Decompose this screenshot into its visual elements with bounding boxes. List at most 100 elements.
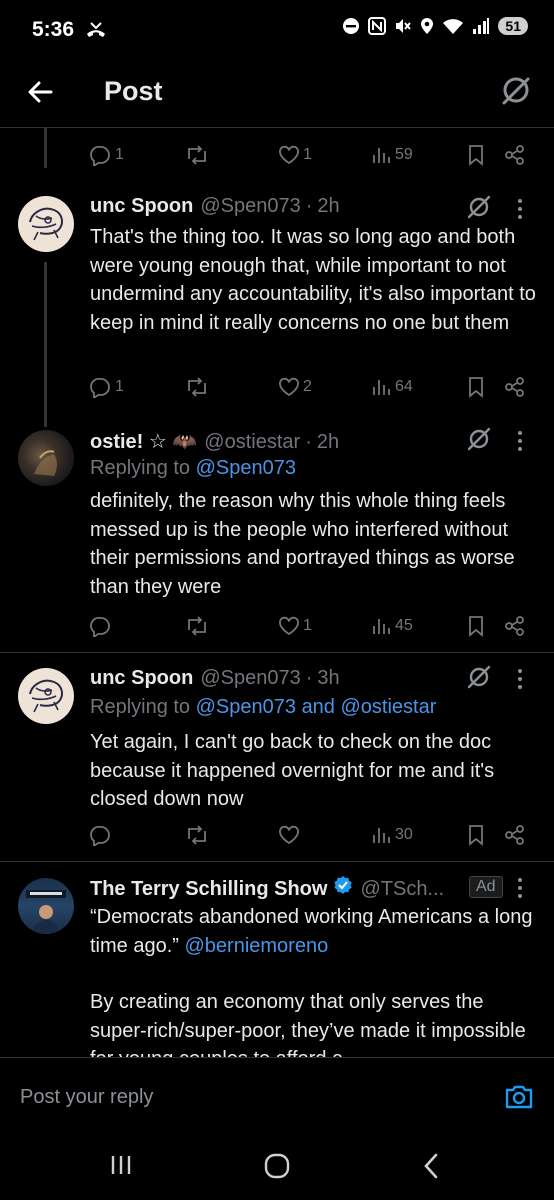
home-icon[interactable] <box>263 1152 291 1180</box>
share-icon[interactable] <box>504 615 526 637</box>
tweet-text: definitely, the reason why this whole th… <box>90 490 515 598</box>
views-button[interactable]: 59 <box>370 144 413 166</box>
share-icon[interactable] <box>504 824 526 846</box>
do-not-disturb-icon <box>343 18 360 34</box>
display-name[interactable]: ostie! ☆ 🦇 <box>90 429 197 454</box>
nfc-icon <box>368 17 387 35</box>
tweet-actions: 30 <box>90 824 530 850</box>
tweet[interactable]: unc Spoon @Spen073 · 3h Replying to @Spe… <box>0 658 554 858</box>
missed-call-icon <box>87 22 105 37</box>
tweet-text: That's the thing too. It was so long ago… <box>90 226 536 334</box>
tweet-actions: 1 45 <box>90 615 530 641</box>
recent-apps-icon[interactable] <box>108 1152 134 1178</box>
avatar-drawing <box>29 207 63 241</box>
location-icon <box>421 18 434 34</box>
tweet-header: The Terry Schilling Show @TSch... <box>90 875 444 901</box>
bookmark-icon[interactable] <box>466 615 486 637</box>
tweet-header: unc Spoon @Spen073 · 3h <box>90 667 340 690</box>
signal-icon <box>473 18 490 34</box>
handle[interactable]: @Spen073 <box>200 667 300 690</box>
retweet-icon <box>188 825 206 845</box>
share-icon[interactable] <box>504 144 526 166</box>
reply-icon <box>90 616 110 637</box>
views-count: 64 <box>395 378 413 395</box>
reply-composer <box>0 1057 554 1137</box>
like-button[interactable]: 2 <box>278 376 312 398</box>
more-icon[interactable] <box>516 430 524 452</box>
handle[interactable]: @Spen073 <box>200 195 300 218</box>
timestamp[interactable]: 2h <box>317 195 339 218</box>
tweet[interactable]: unc Spoon @Spen073 · 2h That's the thing… <box>0 188 554 418</box>
handle[interactable]: @ostiestar <box>204 431 300 454</box>
replying-to: Replying to @Spen073 and @ostiestar <box>90 696 436 719</box>
avatar[interactable] <box>18 668 74 724</box>
avatar[interactable] <box>18 878 74 934</box>
system-navigation-bar <box>0 1137 554 1200</box>
views-icon <box>373 619 390 634</box>
wifi-icon <box>443 19 464 34</box>
like-button[interactable] <box>278 824 300 846</box>
back-nav-icon[interactable] <box>420 1152 444 1180</box>
share-icon[interactable] <box>504 376 526 398</box>
like-icon <box>279 616 299 636</box>
more-icon[interactable] <box>516 877 524 899</box>
views-button[interactable]: 30 <box>370 824 413 846</box>
timestamp[interactable]: 3h <box>317 667 339 690</box>
reply-icon <box>90 825 110 846</box>
display-name[interactable]: unc Spoon <box>90 667 193 690</box>
retweet-icon <box>188 145 206 165</box>
replying-to-label: Replying to <box>90 696 196 718</box>
replying-to-mention[interactable]: @Spen073 and @ostiestar <box>196 696 437 718</box>
mute-icon <box>396 19 412 33</box>
display-name[interactable]: unc Spoon <box>90 195 193 218</box>
like-button[interactable]: 1 <box>278 615 312 637</box>
views-button[interactable]: 45 <box>370 615 413 637</box>
reply-button[interactable] <box>90 615 112 637</box>
mention-link[interactable]: @berniemoreno <box>184 935 328 957</box>
retweet-button[interactable] <box>185 144 209 166</box>
reply-input[interactable] <box>18 1081 462 1113</box>
display-name[interactable]: The Terry Schilling Show <box>90 878 327 901</box>
avatar[interactable] <box>18 196 74 252</box>
replying-to-mention[interactable]: @Spen073 <box>196 457 296 479</box>
promoted-tweet[interactable]: The Terry Schilling Show @TSch... Ad “De… <box>0 866 554 1057</box>
like-icon <box>279 145 299 165</box>
reply-count: 1 <box>115 146 124 163</box>
bookmark-icon[interactable] <box>466 144 486 166</box>
grok-icon[interactable] <box>466 426 492 452</box>
reply-button[interactable] <box>90 824 112 846</box>
avatar-photo <box>26 890 66 934</box>
grok-icon[interactable] <box>466 664 492 690</box>
reply-icon <box>90 377 110 398</box>
avatar[interactable] <box>18 430 74 486</box>
bookmark-icon[interactable] <box>466 824 486 846</box>
more-icon[interactable] <box>516 668 524 690</box>
retweet-button[interactable] <box>185 824 209 846</box>
retweet-button[interactable] <box>185 615 209 637</box>
handle[interactable]: @TSch... <box>360 878 444 901</box>
like-button[interactable]: 1 <box>278 144 312 166</box>
camera-icon[interactable] <box>504 1082 534 1112</box>
page-title: Post <box>104 76 163 106</box>
replying-to-label: Replying to <box>90 457 196 479</box>
more-icon[interactable] <box>516 198 524 220</box>
grok-icon[interactable] <box>500 74 532 106</box>
like-count: 1 <box>303 617 312 634</box>
reply-button[interactable]: 1 <box>90 144 124 166</box>
separator-dot: · <box>305 667 313 689</box>
tweet-text: Yet again, I can't go back to check on t… <box>90 731 495 810</box>
retweet-button[interactable] <box>185 376 209 398</box>
back-arrow-icon[interactable] <box>24 76 56 108</box>
grok-icon[interactable] <box>466 194 492 220</box>
parent-tweet-actions: 1 1 59 <box>90 144 530 170</box>
thread-line <box>44 128 47 168</box>
bookmark-icon[interactable] <box>466 376 486 398</box>
divider <box>0 861 554 862</box>
tweet[interactable]: ostie! ☆ 🦇 @ostiestar · 2h Replying to @… <box>0 420 554 650</box>
like-count: 1 <box>303 146 312 163</box>
like-icon <box>279 377 299 397</box>
views-button[interactable]: 64 <box>370 376 413 398</box>
timestamp[interactable]: 2h <box>317 431 339 454</box>
status-icons: 51 <box>342 17 528 35</box>
reply-button[interactable]: 1 <box>90 376 124 398</box>
